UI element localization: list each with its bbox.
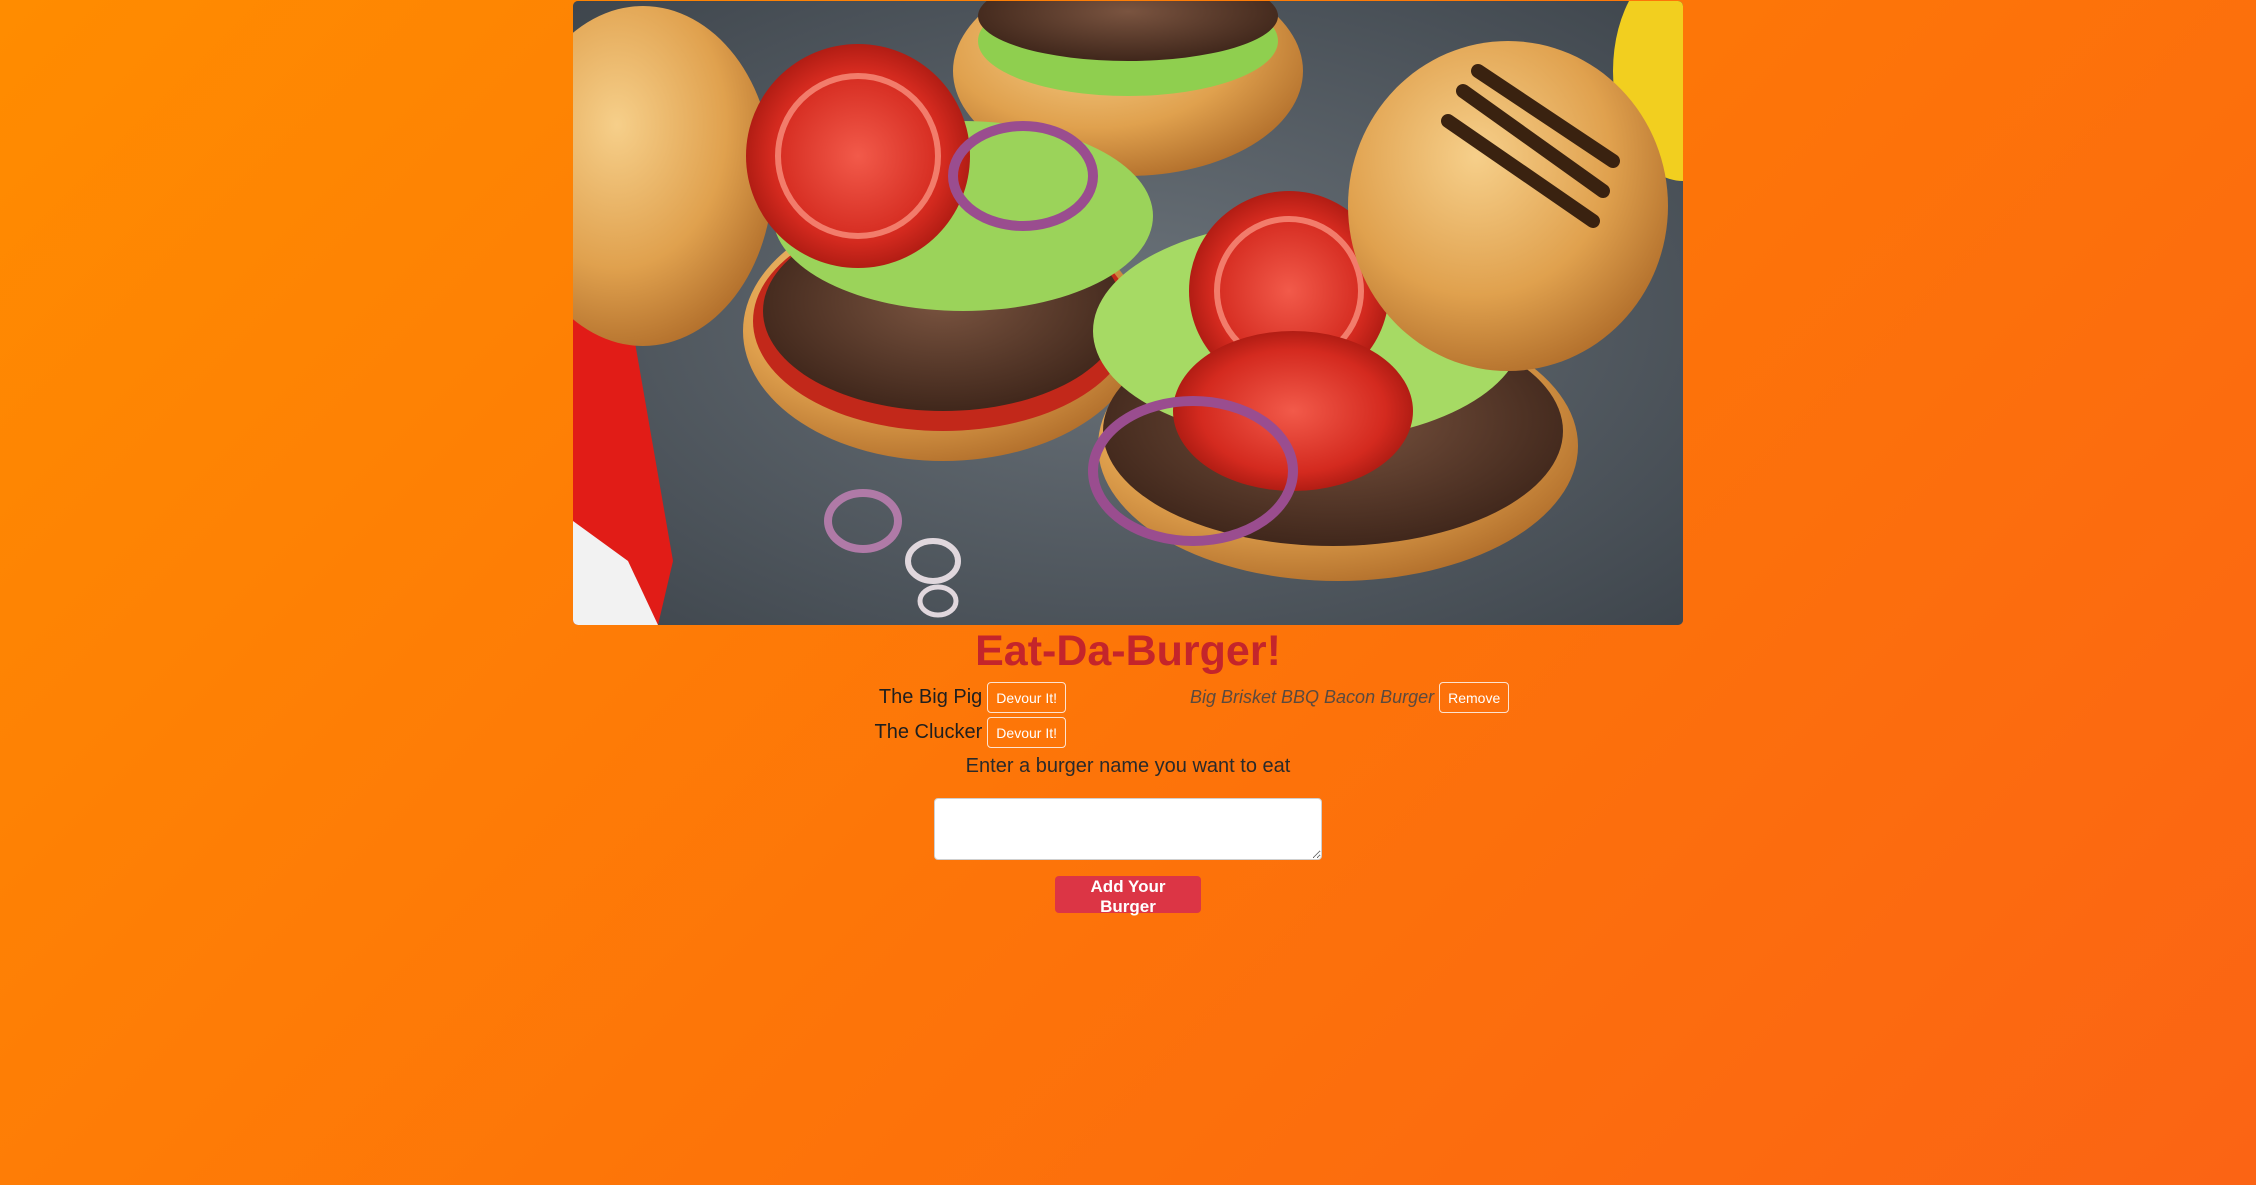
remove-button[interactable]: Remove: [1439, 682, 1510, 713]
burger-name-input[interactable]: [934, 798, 1322, 860]
burger-name: The Big Pig: [878, 686, 983, 708]
add-burger-button[interactable]: Add Your Burger: [1055, 876, 1201, 916]
burger-photo-illustration: [573, 1, 1683, 625]
uneaten-burgers-list: The Big Pig Devour It! The Clucker Devou…: [666, 680, 1066, 750]
list-item: The Clucker Devour It!: [666, 715, 1066, 750]
devoured-burgers-list: Big Brisket BBQ Bacon Burger Remove: [1190, 680, 1590, 715]
devoured-burger-name: Big Brisket BBQ Bacon Burger: [1190, 687, 1435, 707]
list-item: Big Brisket BBQ Bacon Burger Remove: [1190, 680, 1590, 715]
burger-input-label: Enter a burger name you want to eat: [965, 755, 1291, 777]
list-item: The Big Pig Devour It!: [666, 680, 1066, 715]
page-title: Eat-Da-Burger!: [975, 627, 1281, 675]
devour-button[interactable]: Devour It!: [987, 682, 1066, 713]
devour-button[interactable]: Devour It!: [987, 717, 1066, 748]
burger-name: The Clucker: [874, 721, 983, 743]
hero-burger-image: [573, 1, 1683, 625]
